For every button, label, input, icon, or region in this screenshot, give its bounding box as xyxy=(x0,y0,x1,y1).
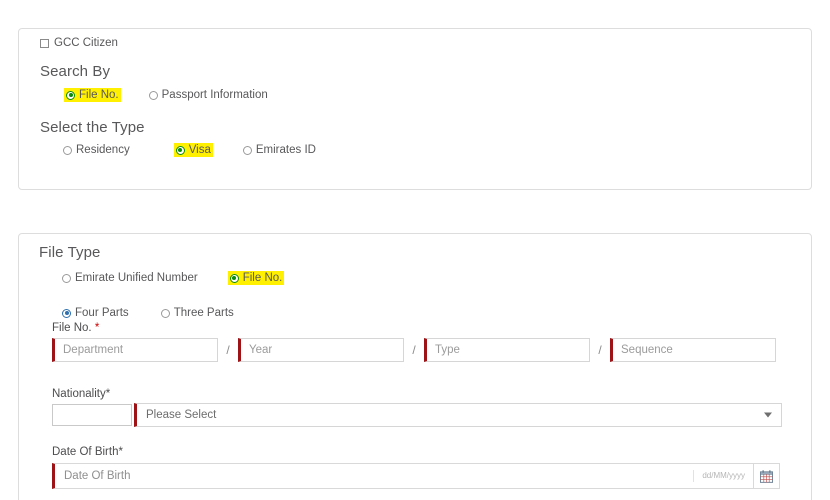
form-page: GCC Citizen Search By File No. Passport … xyxy=(0,0,830,500)
radio-dot-emirates-id[interactable] xyxy=(242,145,252,155)
calendar-picker-button[interactable] xyxy=(754,463,780,489)
radio-search-by-passport-information[interactable]: Passport Information xyxy=(147,88,270,102)
file-no-inputs-row: / / / xyxy=(52,338,776,362)
search-by-heading: Search By xyxy=(40,63,111,80)
file-no-separator-1: / xyxy=(226,343,230,357)
radio-dot-file-no[interactable] xyxy=(66,90,75,100)
search-by-radio-group[interactable]: File No. Passport Information xyxy=(64,88,270,102)
radio-four-parts[interactable]: Four Parts xyxy=(60,306,131,320)
radio-label-residency: Residency xyxy=(76,144,130,156)
gcc-citizen-checkbox-row[interactable]: GCC Citizen xyxy=(40,37,118,49)
file-no-separator-2: / xyxy=(412,343,416,357)
file-type-radio-group[interactable]: Emirate Unified Number File No. xyxy=(60,271,285,285)
radio-label-passport-information: Passport Information xyxy=(161,89,268,101)
file-no-department-input[interactable] xyxy=(52,338,218,362)
file-type-heading: File Type xyxy=(39,244,101,261)
select-type-heading: Select the Type xyxy=(40,119,145,136)
select-type-radio-group[interactable]: Residency Visa Emirates ID xyxy=(61,143,318,157)
file-no-separator-3: / xyxy=(598,343,602,357)
gcc-citizen-label: GCC Citizen xyxy=(54,37,118,49)
nationality-select[interactable]: Please Select xyxy=(134,403,782,427)
radio-file-no[interactable]: File No. xyxy=(227,271,285,285)
date-format-hint: dd/MM/yyyy xyxy=(693,470,745,482)
radio-label-file-no: File No. xyxy=(79,89,119,101)
date-of-birth-row: Date Of Birth dd/MM/yyyy xyxy=(52,463,780,489)
radio-label-file-no-2: File No. xyxy=(242,272,283,284)
nationality-code-input[interactable] xyxy=(52,404,132,426)
date-of-birth-input[interactable]: Date Of Birth dd/MM/yyyy xyxy=(52,463,754,489)
parts-radio-group[interactable]: Four Parts Three Parts xyxy=(60,306,236,320)
radio-search-by-file-no[interactable]: File No. xyxy=(64,88,121,102)
radio-type-visa[interactable]: Visa xyxy=(173,143,213,157)
date-of-birth-label: Date Of Birth* xyxy=(52,446,123,458)
file-no-year-input[interactable] xyxy=(238,338,404,362)
nationality-row: Please Select xyxy=(52,403,782,427)
radio-label-four-parts: Four Parts xyxy=(75,307,129,319)
date-of-birth-placeholder: Date Of Birth xyxy=(64,470,131,482)
radio-dot-three-parts[interactable] xyxy=(160,308,170,318)
file-no-type-input[interactable] xyxy=(424,338,590,362)
radio-dot-visa[interactable] xyxy=(175,145,185,155)
file-no-required-star: * xyxy=(94,322,100,334)
gcc-citizen-checkbox[interactable] xyxy=(40,38,49,48)
radio-emirate-unified-number[interactable]: Emirate Unified Number xyxy=(60,271,200,285)
radio-label-three-parts: Three Parts xyxy=(173,307,234,319)
chevron-down-icon[interactable] xyxy=(764,412,772,418)
file-no-field-label: File No. * xyxy=(52,322,99,334)
radio-dot-file-no-2[interactable] xyxy=(229,273,239,283)
nationality-label: Nationality* xyxy=(52,388,111,400)
radio-label-visa: Visa xyxy=(188,144,211,156)
file-no-sequence-input[interactable] xyxy=(610,338,776,362)
radio-dot-residency[interactable] xyxy=(63,145,72,155)
radio-dot-passport-information[interactable] xyxy=(148,90,158,100)
radio-type-residency[interactable]: Residency xyxy=(61,143,132,157)
radio-dot-emirate-unified-number[interactable] xyxy=(62,273,71,283)
search-criteria-panel: GCC Citizen Search By File No. Passport … xyxy=(18,28,812,190)
radio-label-emirate-unified-number: Emirate Unified Number xyxy=(75,272,198,284)
radio-label-emirates-id: Emirates ID xyxy=(255,144,316,156)
calendar-icon xyxy=(760,469,773,483)
radio-dot-four-parts[interactable] xyxy=(62,308,71,318)
file-no-label-text: File No. xyxy=(52,322,95,334)
radio-three-parts[interactable]: Three Parts xyxy=(159,306,236,320)
nationality-select-value: Please Select xyxy=(146,409,217,421)
radio-type-emirates-id[interactable]: Emirates ID xyxy=(241,143,318,157)
